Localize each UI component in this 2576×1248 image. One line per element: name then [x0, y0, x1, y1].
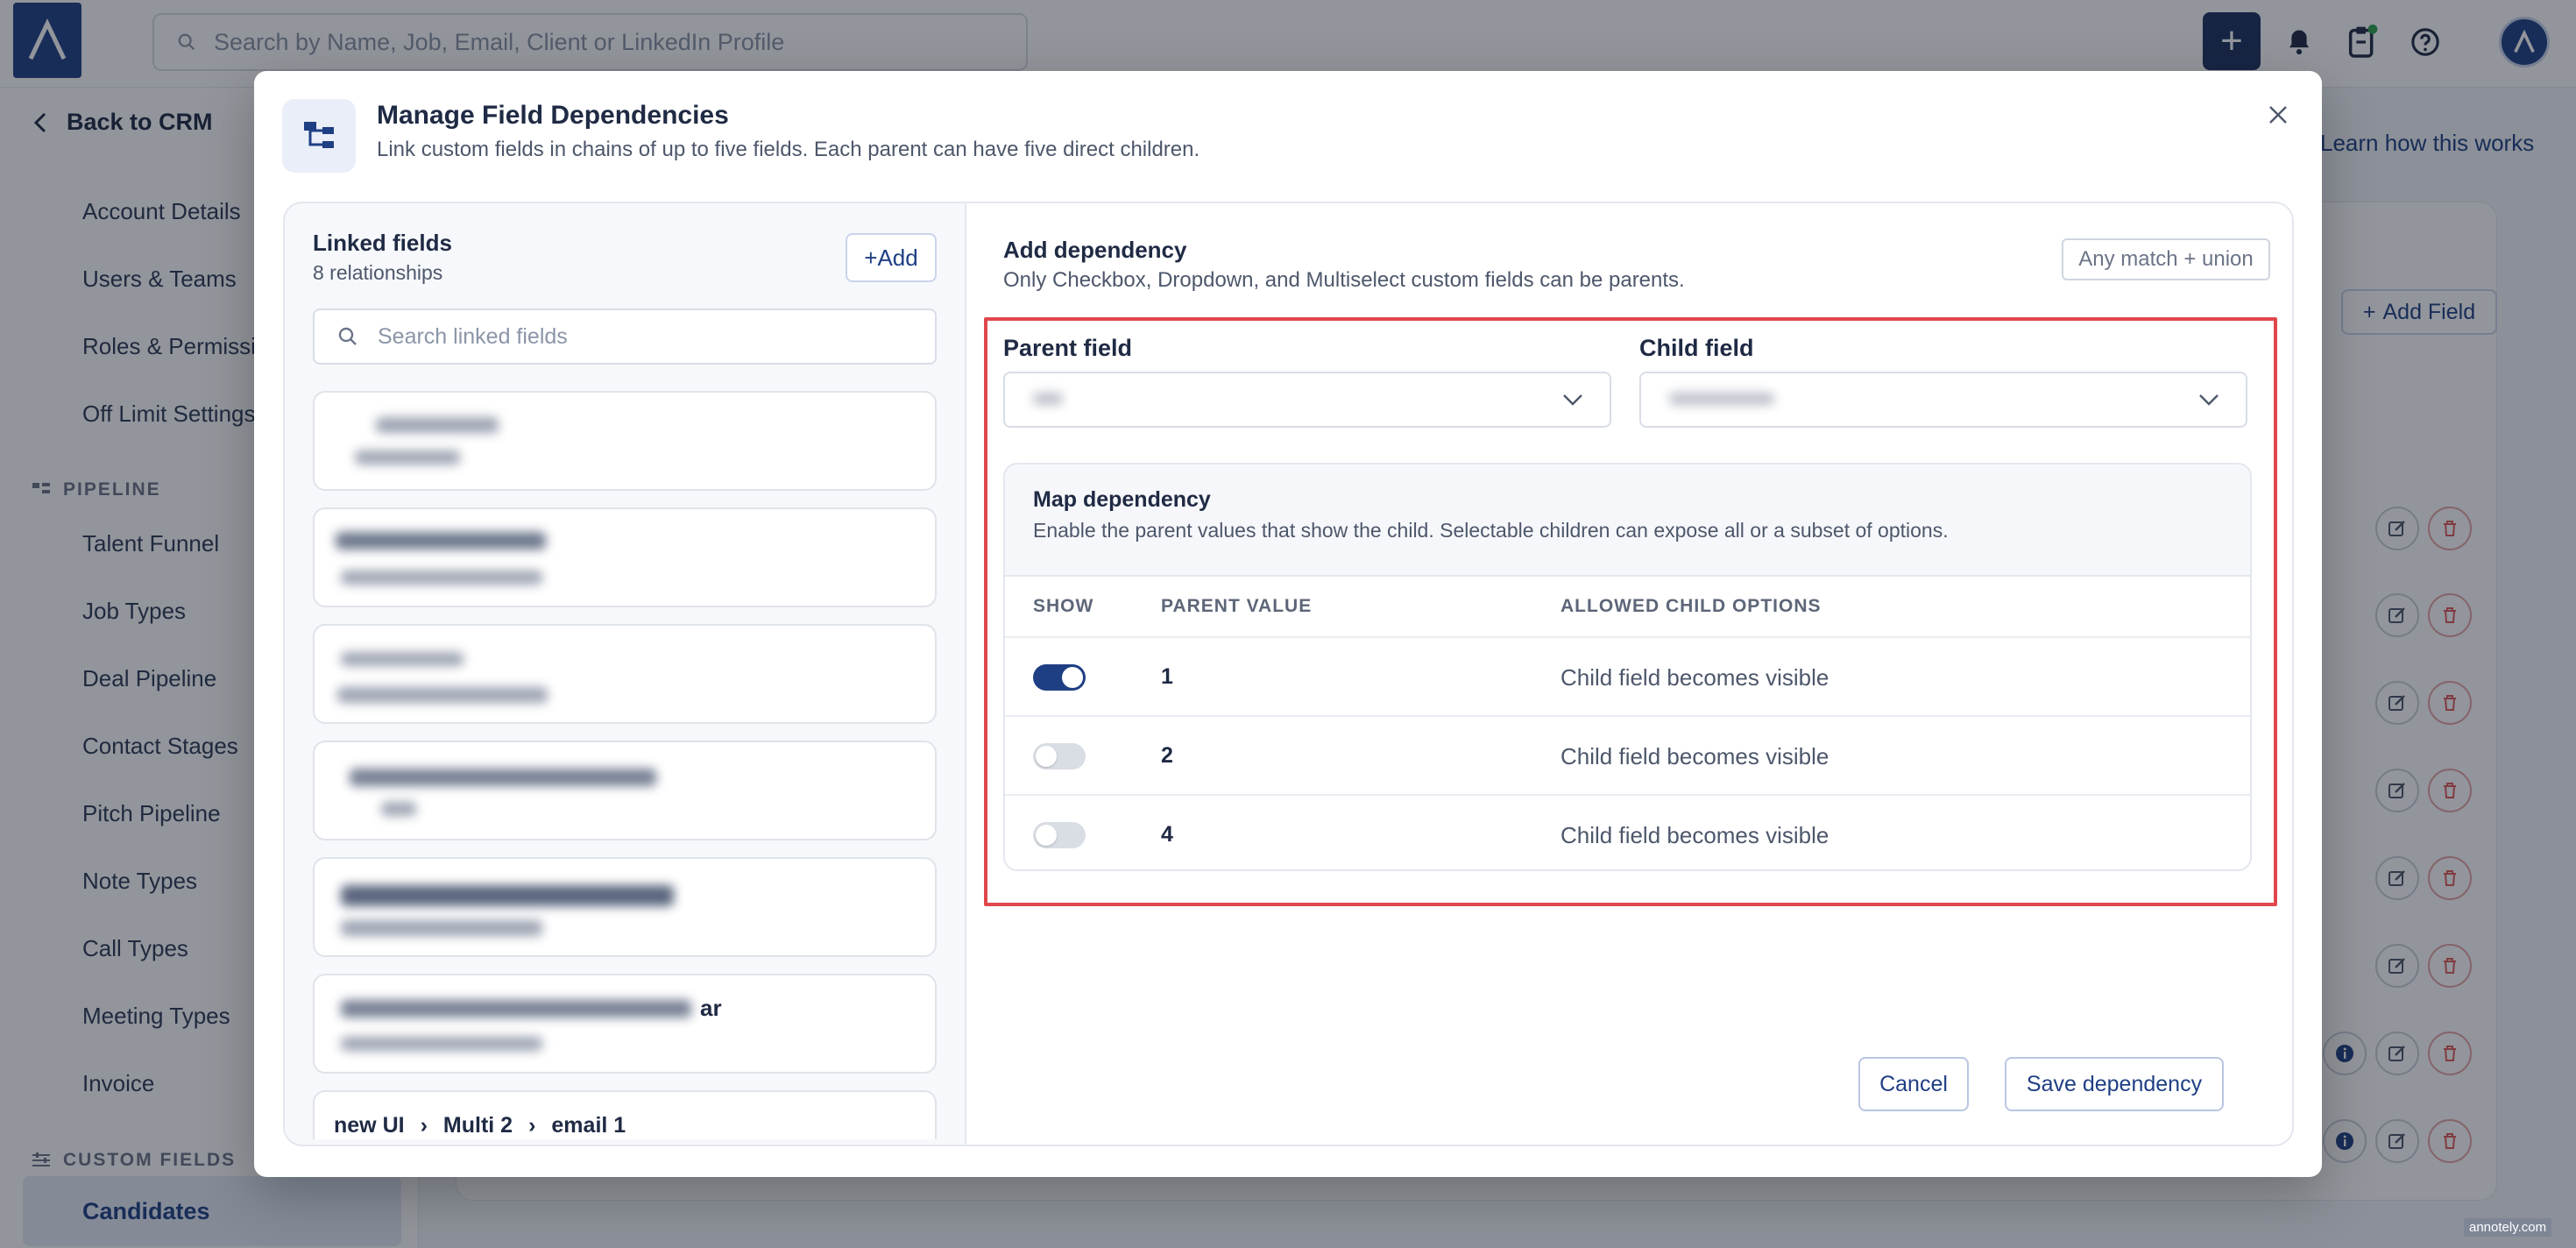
allowed-child-option: Child field becomes visible — [1560, 822, 1829, 848]
watermark: annotely.com — [2464, 1218, 2552, 1237]
parent-field-label: Parent field — [1003, 335, 1133, 361]
toggle-knob — [1062, 667, 1083, 688]
add-linked-field-button[interactable]: + Add — [846, 233, 937, 282]
save-dependency-button[interactable]: Save dependency — [2005, 1057, 2224, 1111]
linked-field-card[interactable] — [313, 857, 937, 957]
dependency-tree-icon — [282, 99, 356, 173]
linked-field-card[interactable] — [313, 391, 937, 491]
linked-fields-panel: Linked fields 8 relationships + Add Searc… — [283, 202, 965, 1146]
parent-value: 1 — [1161, 664, 1173, 689]
show-toggle[interactable] — [1033, 743, 1086, 769]
chain-item: new UI — [334, 1113, 405, 1138]
chevron-down-icon — [2199, 394, 2219, 406]
map-dependency-title: Map dependency — [1033, 487, 1211, 512]
linked-fields-title: Linked fields — [313, 230, 452, 256]
toggle-knob — [1036, 746, 1057, 767]
column-header-parent-value: PARENT VALUE — [1161, 596, 1313, 616]
cancel-button[interactable]: Cancel — [1858, 1057, 1969, 1111]
linked-field-card-text: ar — [700, 995, 722, 1021]
allowed-child-option: Child field becomes visible — [1560, 664, 1829, 691]
linked-field-card[interactable] — [313, 624, 937, 724]
allowed-child-option: Child field becomes visible — [1560, 743, 1829, 769]
plus-icon: + — [864, 244, 878, 271]
parent-field-select[interactable] — [1003, 372, 1611, 428]
child-field-label: Child field — [1639, 335, 1754, 361]
add-dependency-subtitle: Only Checkbox, Dropdown, and Multiselect… — [1003, 268, 1685, 292]
map-dependency-card: Map dependency Enable the parent values … — [1003, 463, 2252, 871]
table-row: 4 Child field becomes visible — [1005, 794, 2250, 869]
table-row: 1 Child field becomes visible — [1005, 636, 2250, 715]
show-toggle[interactable] — [1033, 664, 1086, 691]
linked-field-card[interactable]: ar — [313, 974, 937, 1074]
linked-field-card[interactable] — [313, 507, 937, 607]
linked-fields-search-input[interactable]: Search linked fields — [313, 308, 937, 365]
show-toggle[interactable] — [1033, 822, 1086, 848]
close-icon[interactable] — [2261, 97, 2296, 132]
linked-fields-count: 8 relationships — [313, 261, 443, 284]
map-dependency-header: Map dependency Enable the parent values … — [1005, 464, 2250, 577]
column-header-allowed-child-options: ALLOWED CHILD OPTIONS — [1560, 596, 1822, 616]
toggle-knob — [1036, 825, 1057, 846]
linked-field-card-partial[interactable]: new UI › Multi 2 › email 1 — [313, 1090, 937, 1139]
map-dependency-subtitle: Enable the parent values that show the c… — [1033, 519, 1949, 542]
parent-value: 2 — [1161, 743, 1173, 768]
add-dependency-title: Add dependency — [1003, 237, 1187, 263]
chain-item: Multi 2 — [442, 1113, 513, 1138]
manage-field-dependencies-modal: Manage Field Dependencies Link custom fi… — [254, 71, 2322, 1177]
match-mode-chip[interactable]: Any match + union — [2062, 238, 2270, 280]
chevron-right-icon: › — [528, 1113, 536, 1138]
table-row: 2 Child field becomes visible — [1005, 715, 2250, 794]
add-dependency-panel: Add dependency Only Checkbox, Dropdown, … — [965, 202, 2294, 1146]
parent-field-value — [1033, 389, 1121, 410]
column-header-show: SHOW — [1033, 596, 1094, 616]
linked-field-card[interactable] — [313, 741, 937, 840]
search-icon — [338, 327, 357, 345]
child-field-value — [1669, 389, 1809, 410]
add-linked-field-label: Add — [877, 244, 918, 271]
child-field-select[interactable] — [1639, 372, 2247, 428]
chevron-down-icon — [1563, 394, 1582, 406]
modal-title: Manage Field Dependencies — [377, 101, 729, 130]
modal-subtitle: Link custom fields in chains of up to fi… — [377, 138, 1200, 161]
chevron-right-icon: › — [420, 1113, 428, 1138]
chain-item: email 1 — [551, 1113, 626, 1138]
parent-value: 4 — [1161, 822, 1173, 847]
linked-fields-search-placeholder: Search linked fields — [378, 323, 568, 349]
linked-chain: new UI › Multi 2 › email 1 — [334, 1113, 626, 1138]
